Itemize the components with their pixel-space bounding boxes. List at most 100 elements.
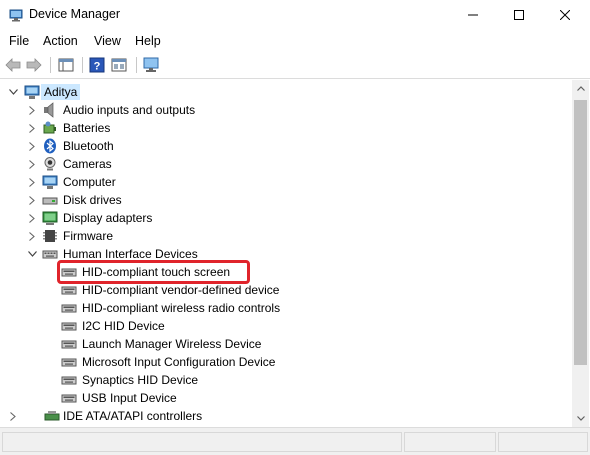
toolbar: ?	[0, 52, 590, 79]
device-label: Launch Manager Wireless Device	[82, 337, 262, 351]
minimize-button[interactable]	[450, 0, 496, 30]
device-label: USB Input Device	[82, 391, 177, 405]
status-bar	[0, 427, 590, 455]
device-node[interactable]: I2C HID Device	[1, 317, 572, 335]
expand-chevron-icon[interactable]	[24, 102, 40, 118]
scan-hardware-icon	[143, 57, 159, 72]
device-node[interactable]: Microsoft Input Configuration Device	[1, 353, 572, 371]
device-label: I2C HID Device	[82, 319, 165, 333]
tree-category-batteries[interactable]: Batteries	[1, 119, 572, 137]
help-icon: ?	[89, 57, 105, 73]
update-driver-icon	[111, 58, 127, 72]
device-node[interactable]: HID-compliant vendor-defined device	[1, 281, 572, 299]
device-node[interactable]: Launch Manager Wireless Device	[1, 335, 572, 353]
expand-chevron-icon[interactable]	[24, 210, 40, 226]
menu-view[interactable]: View	[94, 34, 121, 48]
device-label: Synaptics HID Device	[82, 373, 199, 387]
tree-category-audio[interactable]: Audio inputs and outputs	[1, 101, 572, 119]
tree-category-display-adapters[interactable]: Display adapters	[1, 209, 572, 227]
expand-chevron-icon[interactable]	[24, 192, 40, 208]
collapse-chevron-icon[interactable]	[24, 246, 40, 262]
hid-icon	[61, 322, 77, 331]
forward-icon	[26, 58, 42, 72]
menu-bar: File Action View Help	[0, 30, 590, 52]
menu-file[interactable]: File	[9, 34, 29, 48]
tree-category-cameras[interactable]: Cameras	[1, 155, 572, 173]
status-segment	[404, 432, 496, 452]
toolbar-separator	[136, 57, 137, 73]
scroll-up-button[interactable]	[572, 80, 589, 97]
computer-icon	[24, 85, 40, 99]
camera-icon	[44, 157, 56, 171]
help-button[interactable]: ?	[87, 56, 107, 74]
hid-icon	[61, 394, 77, 403]
expand-chevron-icon[interactable]	[24, 138, 40, 154]
category-label: Audio inputs and outputs	[63, 103, 196, 117]
device-label: Microsoft Input Configuration Device	[82, 355, 276, 369]
title-bar: Device Manager	[0, 0, 590, 30]
computer-name-label: Aditya	[41, 84, 81, 100]
vertical-scrollbar[interactable]	[572, 80, 589, 427]
device-label: HID-compliant vendor-defined device	[82, 283, 280, 297]
device-node[interactable]: Synaptics HID Device	[1, 371, 572, 389]
back-button[interactable]	[3, 56, 23, 74]
minimize-icon	[468, 14, 478, 16]
device-node[interactable]: USB Input Device	[1, 389, 572, 407]
category-label: Bluetooth	[63, 139, 114, 153]
scan-hardware-button[interactable]	[141, 56, 161, 74]
category-label: Firmware	[63, 229, 113, 243]
device-node[interactable]: HID-compliant wireless radio controls	[1, 299, 572, 317]
scroll-down-icon	[576, 416, 585, 421]
display-adapter-icon	[42, 211, 58, 225]
hid-icon	[61, 286, 77, 295]
hid-icon	[61, 358, 77, 367]
window-title: Device Manager	[29, 7, 121, 21]
tree-root-node[interactable]: Aditya	[1, 83, 572, 101]
properties-window-button[interactable]	[56, 56, 76, 74]
category-label: IDE ATA/ATAPI controllers	[63, 409, 203, 423]
category-label: Batteries	[63, 121, 111, 135]
disk-drive-icon	[42, 197, 58, 205]
close-icon	[560, 10, 570, 20]
scroll-down-button[interactable]	[572, 410, 589, 427]
bluetooth-icon	[44, 138, 56, 154]
properties-window-icon	[58, 58, 74, 72]
category-label: Computer	[63, 175, 116, 189]
category-label: Cameras	[63, 157, 112, 171]
battery-icon	[43, 121, 56, 134]
category-label: Display adapters	[63, 211, 153, 225]
expand-chevron-icon[interactable]	[5, 408, 21, 424]
scroll-up-icon	[576, 86, 585, 91]
expand-chevron-icon[interactable]	[24, 228, 40, 244]
maximize-button[interactable]	[496, 0, 542, 30]
toolbar-separator	[82, 57, 83, 73]
tree-category-computer[interactable]: Computer	[1, 173, 572, 191]
update-driver-button[interactable]	[109, 56, 129, 74]
expand-chevron-icon[interactable]	[24, 156, 40, 172]
forward-button[interactable]	[24, 56, 44, 74]
collapse-chevron-icon[interactable]	[5, 84, 21, 100]
maximize-icon	[514, 10, 524, 20]
device-label: HID-compliant wireless radio controls	[82, 301, 281, 315]
computer-icon	[42, 175, 58, 189]
tree-category-firmware[interactable]: Firmware	[1, 227, 572, 245]
close-button[interactable]	[542, 0, 588, 30]
hid-icon	[61, 304, 77, 313]
scroll-thumb[interactable]	[574, 100, 587, 365]
back-icon	[5, 58, 21, 72]
status-segment	[2, 432, 402, 452]
tree-category-ide[interactable]: IDE ATA/ATAPI controllers	[1, 407, 572, 425]
tree-category-disk-drives[interactable]: Disk drives	[1, 191, 572, 209]
device-label: HID-compliant touch screen	[82, 265, 231, 279]
expand-chevron-icon[interactable]	[24, 174, 40, 190]
menu-action[interactable]: Action	[43, 34, 78, 48]
device-node-touch-screen[interactable]: HID-compliant touch screen	[1, 260, 572, 284]
device-manager-app-icon	[9, 9, 23, 22]
tree-category-bluetooth[interactable]: Bluetooth	[1, 137, 572, 155]
firmware-icon	[43, 230, 57, 242]
hid-icon	[61, 268, 77, 277]
toolbar-separator	[50, 57, 51, 73]
category-label: Disk drives	[63, 193, 122, 207]
menu-help[interactable]: Help	[135, 34, 161, 48]
expand-chevron-icon[interactable]	[24, 120, 40, 136]
